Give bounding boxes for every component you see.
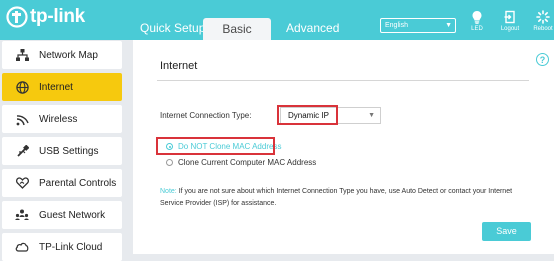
reboot-icon <box>536 10 550 24</box>
sidebar-item-parental-controls[interactable]: Parental Controls <box>2 169 122 197</box>
help-icon[interactable]: ? <box>536 53 549 66</box>
language-select[interactable]: English ▼ <box>380 18 456 33</box>
wireless-icon <box>15 112 29 126</box>
reboot-label: Reboot <box>533 26 553 32</box>
assistance-note: Note: If you are not sure about which In… <box>160 186 530 210</box>
logout-label: Logout <box>500 26 520 32</box>
tab-quick-setup[interactable]: Quick Setup <box>140 21 205 35</box>
network-map-icon <box>15 48 29 62</box>
language-select-value: English <box>385 22 408 29</box>
sidebar-item-tp-link-cloud[interactable]: TP-Link Cloud <box>2 233 122 261</box>
note-text: If you are not sure about which Internet… <box>160 188 513 207</box>
reboot-button[interactable]: Reboot <box>526 10 554 32</box>
tp-link-logo: tp-link <box>6 6 85 28</box>
title-divider <box>157 80 529 81</box>
sidebar-item-label: Wireless <box>39 113 78 125</box>
sidebar-item-label: TP-Link Cloud <box>39 241 103 253</box>
connection-type-label: Internet Connection Type: <box>160 111 252 120</box>
usb-icon <box>15 144 29 158</box>
mac-option-highlight <box>156 137 275 155</box>
led-label: LED <box>471 26 483 32</box>
sidebar-item-label: Guest Network <box>39 209 106 221</box>
sidebar-item-wireless[interactable]: Wireless <box>2 105 122 133</box>
tp-link-logo-icon <box>6 6 28 28</box>
clone-mac-radio[interactable] <box>166 159 173 166</box>
cloud-icon <box>15 240 29 254</box>
sidebar: Network Map Internet Wireless USB Settin… <box>0 40 124 261</box>
parental-controls-icon <box>15 176 29 190</box>
sidebar-item-label: Network Map <box>39 49 98 61</box>
led-button[interactable]: LED <box>460 10 494 32</box>
clone-mac-label: Clone Current Computer MAC Address <box>178 158 317 167</box>
globe-icon <box>15 80 29 94</box>
connection-type-highlight <box>277 105 338 125</box>
top-header: tp-link Quick Setup Basic Advanced Engli… <box>0 0 554 40</box>
note-prefix: Note: <box>160 188 177 195</box>
sidebar-item-internet[interactable]: Internet <box>2 73 122 101</box>
tab-advanced[interactable]: Advanced <box>286 21 339 35</box>
sidebar-item-label: Internet <box>39 81 73 93</box>
logout-button[interactable]: Logout <box>493 10 527 32</box>
bulb-icon <box>472 11 482 24</box>
page-title: Internet <box>160 60 198 72</box>
sidebar-item-guest-network[interactable]: Guest Network <box>2 201 122 229</box>
sidebar-item-network-map[interactable]: Network Map <box>2 41 122 69</box>
sidebar-item-label: Parental Controls <box>39 177 117 189</box>
chevron-down-icon: ▼ <box>368 112 375 119</box>
logout-icon <box>504 10 515 24</box>
save-button[interactable]: Save <box>482 222 531 241</box>
guest-network-icon <box>15 208 29 222</box>
brand-name: tp-link <box>30 6 85 27</box>
tab-basic[interactable]: Basic <box>203 18 271 40</box>
chevron-down-icon: ▼ <box>445 22 452 29</box>
sidebar-item-usb-settings[interactable]: USB Settings <box>2 137 122 165</box>
clone-mac-option[interactable]: Clone Current Computer MAC Address <box>166 158 316 167</box>
sidebar-item-label: USB Settings <box>39 145 99 157</box>
